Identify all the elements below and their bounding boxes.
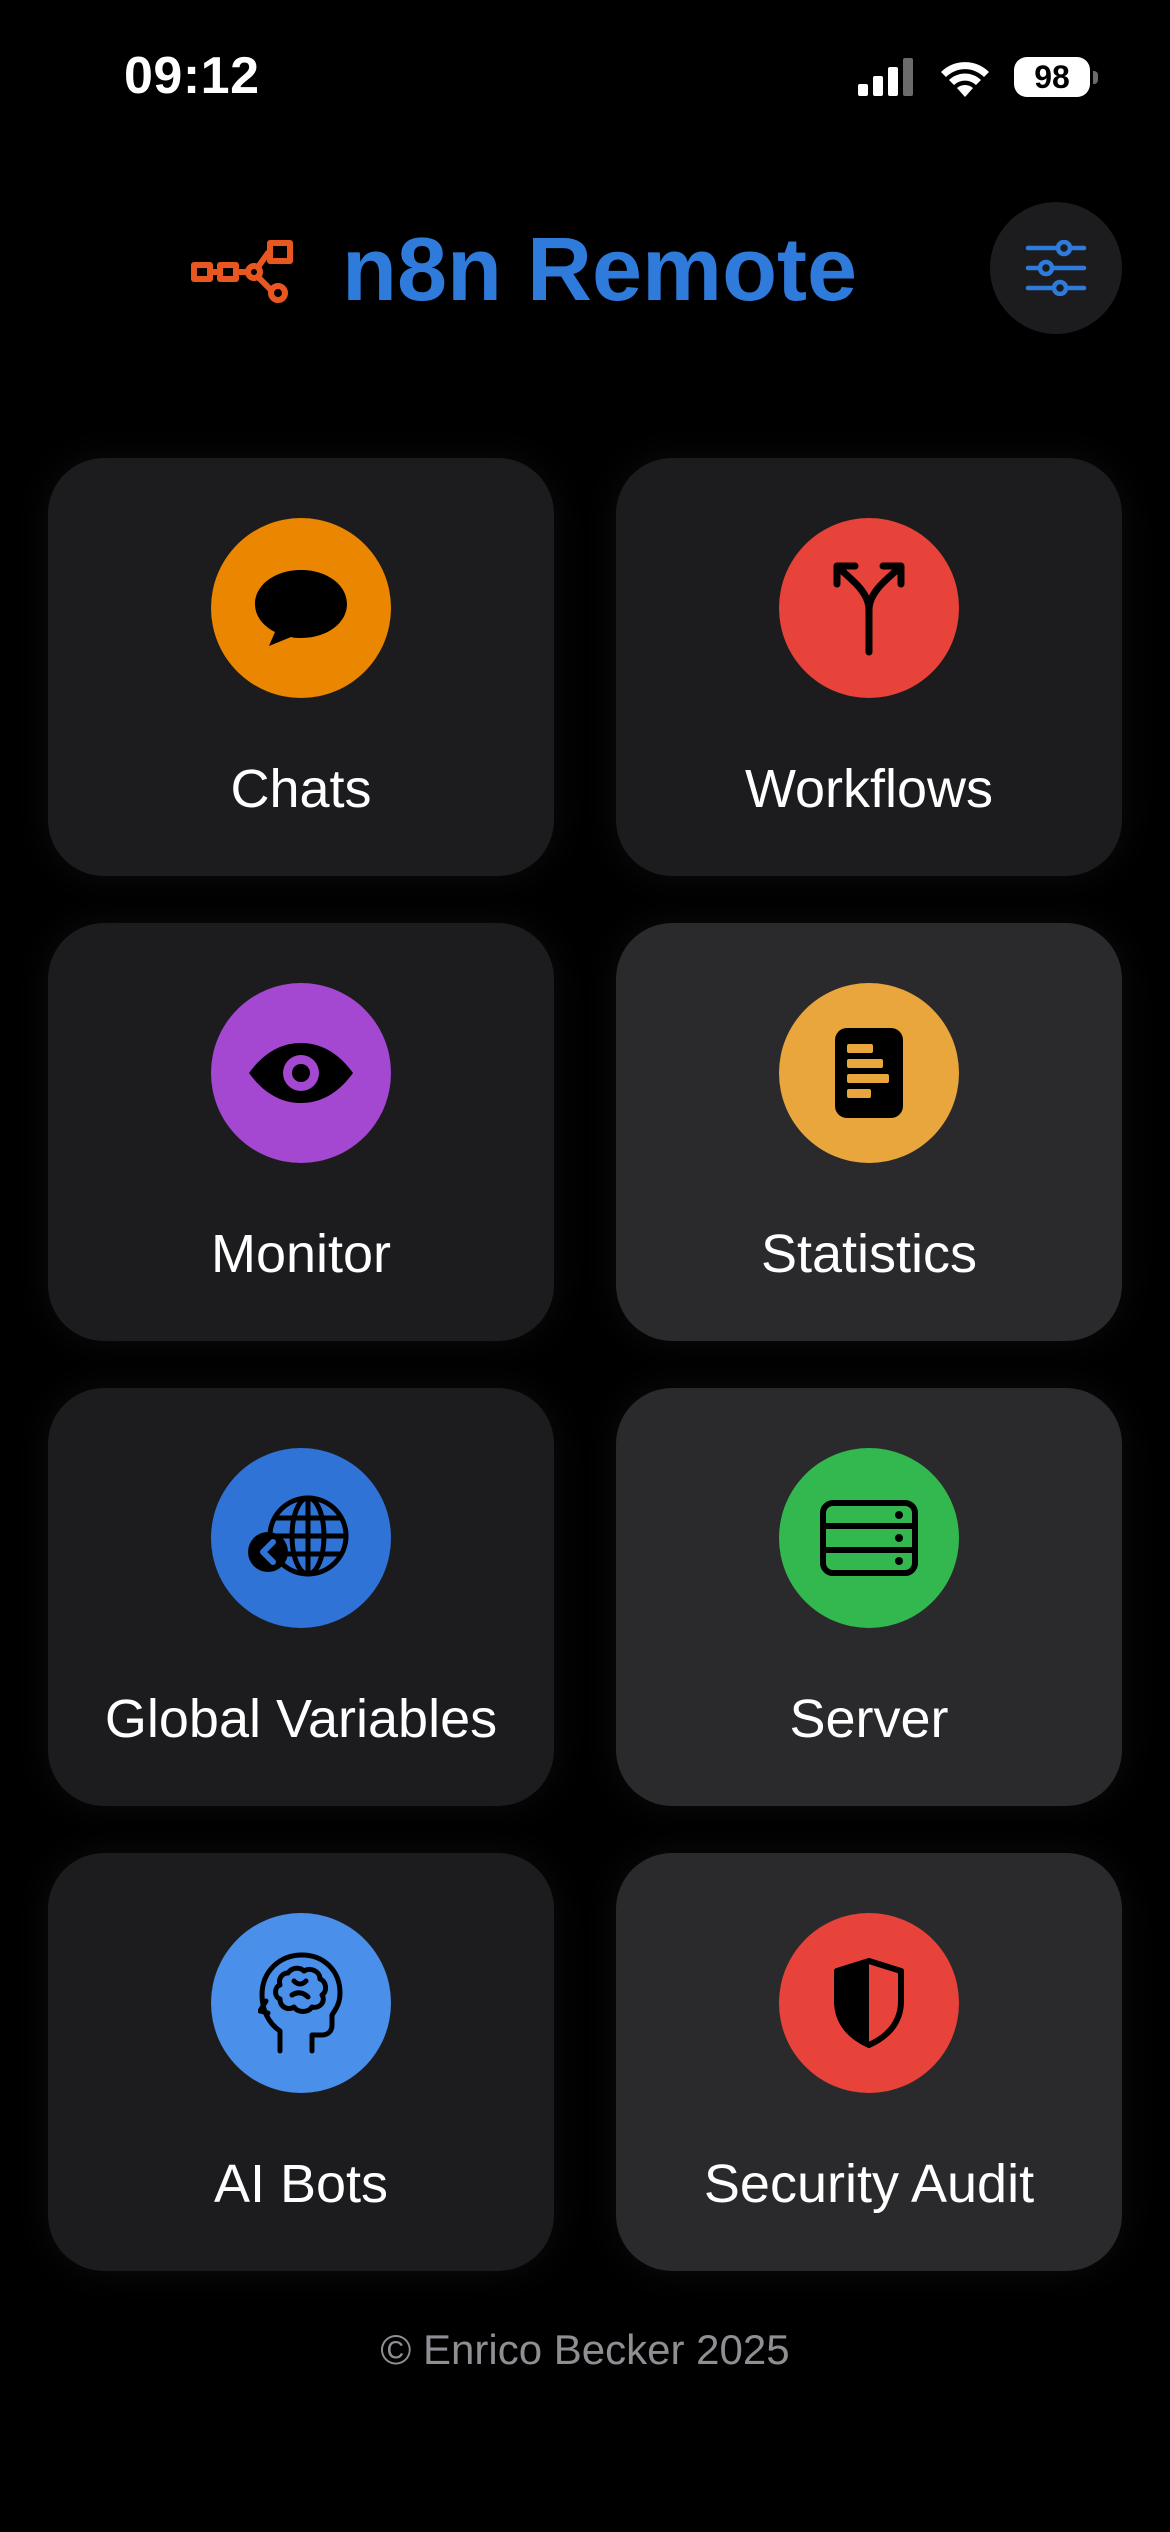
server-label: Server	[789, 1689, 949, 1749]
monitor-label: Monitor	[210, 1224, 392, 1284]
status-time: 09:12	[124, 47, 260, 105]
ai-bots-label: AI Bots	[213, 2154, 389, 2214]
global-variables-icon-circle	[211, 1448, 391, 1628]
workflows-icon-circle	[779, 518, 959, 698]
statistics-icon-circle	[779, 983, 959, 1163]
status-indicators: 98	[858, 54, 1098, 100]
status-bar: 09:12 98	[0, 0, 1170, 150]
statistics-tile[interactable]: Statistics	[616, 923, 1122, 1341]
chats-icon-circle	[211, 518, 391, 698]
battery-icon: 98	[1014, 57, 1098, 97]
workflows-label: Workflows	[744, 759, 994, 819]
global-variables-tile[interactable]: Global Variables	[48, 1388, 554, 1806]
server-rack-icon	[820, 1500, 918, 1576]
workflows-tile[interactable]: Workflows	[616, 458, 1122, 876]
battery-level: 98	[1034, 59, 1070, 95]
ai-bots-tile[interactable]: AI Bots	[48, 1853, 554, 2271]
sliders-icon	[1025, 240, 1087, 296]
wifi-icon	[941, 62, 989, 97]
brand: n8n Remote	[190, 220, 857, 320]
chats-tile[interactable]: Chats	[48, 458, 554, 876]
eye-icon	[249, 1043, 353, 1103]
server-icon-circle	[779, 1448, 959, 1628]
security-audit-tile[interactable]: Security Audit	[616, 1853, 1122, 2271]
chart-document-icon	[835, 1028, 903, 1118]
monitor-icon-circle	[211, 983, 391, 1163]
security-audit-label: Security Audit	[703, 2154, 1035, 2214]
chat-bubble-icon	[255, 570, 347, 646]
split-arrow-icon	[833, 562, 905, 656]
statistics-label: Statistics	[760, 1224, 978, 1284]
footer-copyright: © Enrico Becker 2025	[380, 2326, 790, 2373]
global-variables-label: Global Variables	[104, 1689, 498, 1749]
settings-button[interactable]	[990, 202, 1122, 334]
n8n-logo-icon	[191, 240, 293, 303]
battery-cap	[1093, 71, 1098, 84]
shield-icon	[834, 1958, 904, 2048]
chats-label: Chats	[230, 759, 372, 819]
monitor-tile[interactable]: Monitor	[48, 923, 554, 1341]
cellular-signal-icon	[858, 58, 913, 96]
ai-bots-icon-circle	[211, 1913, 391, 2093]
app-header: n8n Remote	[0, 180, 1170, 360]
server-tile[interactable]: Server	[616, 1388, 1122, 1806]
globe-icon	[248, 1495, 349, 1577]
app-title: n8n Remote	[342, 219, 858, 320]
brain-head-icon	[258, 1952, 343, 2054]
feature-grid: Chats Workflows Monitor Statistics Globa…	[48, 458, 1122, 2271]
security-audit-icon-circle	[779, 1913, 959, 2093]
